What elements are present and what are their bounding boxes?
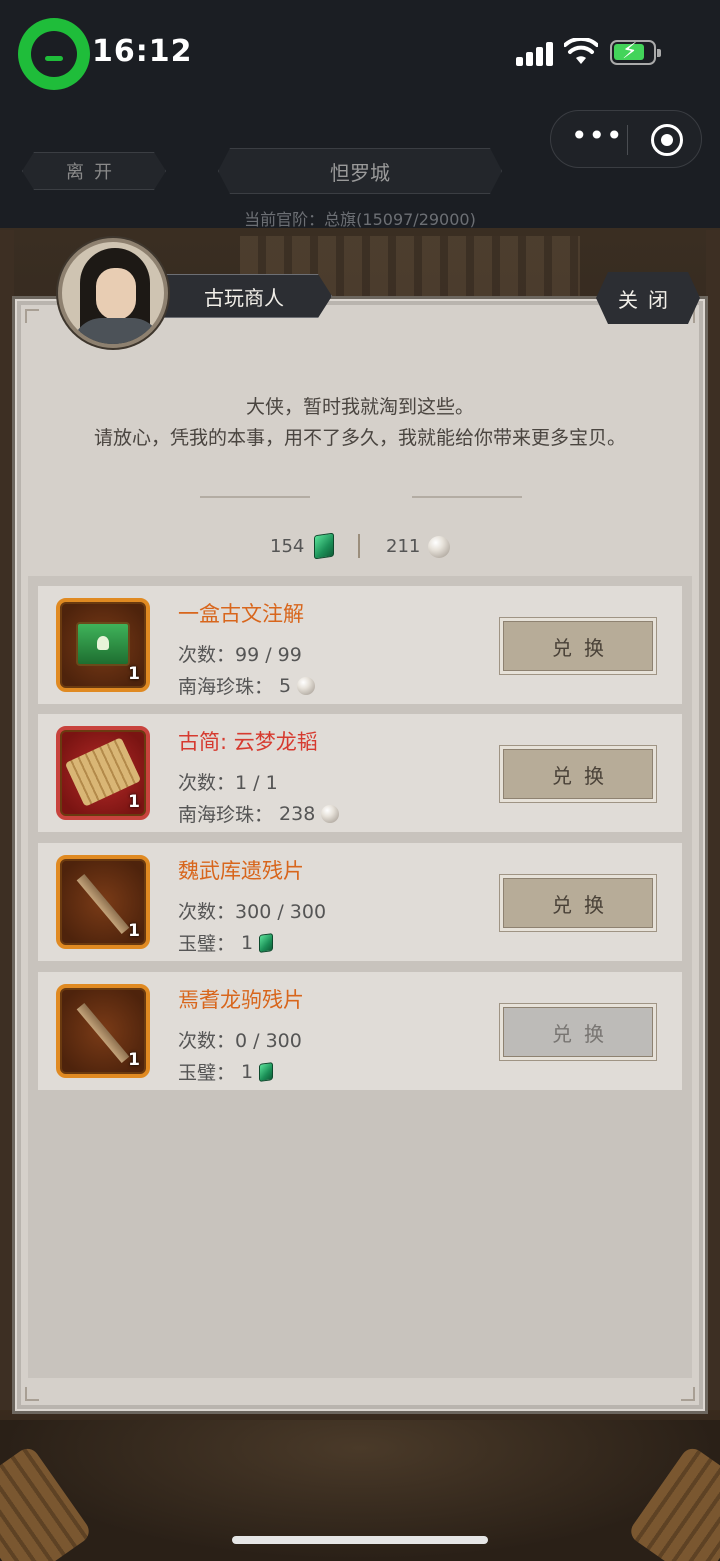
- shop-item: 1 魏武库遗残片 次数：300 / 300 玉璧： 1 兑换: [38, 843, 682, 961]
- home-indicator[interactable]: [232, 1536, 488, 1544]
- dialogue-line: 请放心，凭我的本事，用不了多久，我就能给你带来更多宝贝。: [93, 427, 626, 449]
- uses-label: 次数：: [178, 644, 236, 666]
- cost-label: 玉璧：: [178, 1062, 236, 1084]
- shop-item: 1 焉耆龙驹残片 次数：0 / 300 玉璧： 1 兑换: [38, 972, 682, 1090]
- corner-ornament: [681, 1387, 695, 1401]
- jade-balance: 154: [270, 536, 305, 557]
- exchange-button[interactable]: 兑换: [500, 746, 656, 802]
- city-title: 怛罗城: [218, 148, 502, 194]
- jade-icon: [314, 532, 334, 560]
- jade-icon: [259, 932, 274, 953]
- item-count-badge: 1: [128, 664, 140, 684]
- pearl-balance: 211: [386, 536, 421, 557]
- wifi-icon: [564, 38, 598, 64]
- dialogue-line: 大侠，暂时我就淘到这些。: [245, 396, 474, 418]
- item-name: 一盒古文注解: [178, 602, 304, 626]
- cost-label: 南海珍珠：: [178, 676, 274, 698]
- item-name: 焉耆龙驹残片: [178, 988, 304, 1012]
- mini-program-capsule: •••: [550, 110, 702, 168]
- uses-value: 1 / 1: [235, 772, 278, 794]
- cost-value: 1: [241, 931, 254, 954]
- jade-icon: [259, 1061, 274, 1082]
- status-bar: 16:12 ⚡: [0, 0, 720, 105]
- cost-value: 5: [279, 674, 292, 697]
- pearl-icon: [297, 676, 316, 695]
- corner-ornament: [25, 309, 39, 323]
- status-time: 16:12: [92, 34, 193, 69]
- target-close-icon[interactable]: [651, 124, 683, 156]
- item-count-badge: 1: [128, 1050, 140, 1070]
- item-uses: 次数：99 / 99: [178, 640, 302, 667]
- divider-ornament: [200, 496, 310, 498]
- uses-label: 次数：: [178, 901, 236, 923]
- item-count-badge: 1: [128, 792, 140, 812]
- item-cost: 南海珍珠： 238: [178, 800, 340, 827]
- cost-label: 南海珍珠：: [178, 804, 274, 826]
- exchange-button[interactable]: 兑换: [500, 875, 656, 931]
- npc-name-plate: 古玩商人: [156, 274, 332, 318]
- shop-item: 1 古简: 云梦龙韬 次数：1 / 1 南海珍珠： 238 兑换: [38, 714, 682, 832]
- item-cost: 南海珍珠： 5: [178, 672, 316, 699]
- uses-label: 次数：: [178, 772, 236, 794]
- cost-value: 238: [279, 802, 316, 825]
- currency-separator: [358, 534, 360, 558]
- uses-value: 99 / 99: [235, 644, 302, 666]
- item-uses: 次数：1 / 1: [178, 768, 278, 795]
- item-uses: 次数：300 / 300: [178, 897, 326, 924]
- exchange-button-disabled[interactable]: 兑换: [500, 1004, 656, 1060]
- item-name: 古简: 云梦龙韬: [178, 730, 318, 754]
- more-dots-icon[interactable]: •••: [571, 122, 623, 153]
- pearl-icon: [321, 804, 340, 823]
- battery-charging-icon: ⚡: [610, 39, 661, 65]
- item-count-badge: 1: [128, 921, 140, 941]
- green-chest-icon[interactable]: 1: [56, 598, 150, 692]
- corner-ornament: [25, 1387, 39, 1401]
- capsule-divider: [627, 125, 628, 155]
- chat-bubble-logo-icon: [18, 18, 90, 90]
- pearl-icon: [428, 536, 450, 558]
- official-rank-text: 当前官阶：总旗(15097/29000): [244, 210, 476, 229]
- uses-value: 0 / 300: [235, 1030, 302, 1052]
- currency-row: 154 211: [0, 530, 720, 564]
- close-button[interactable]: 关闭: [596, 272, 700, 324]
- exchange-button[interactable]: 兑换: [500, 618, 656, 674]
- right-pillar: [706, 230, 720, 1410]
- leave-button[interactable]: 离开: [22, 152, 166, 190]
- item-cost: 玉璧： 1: [178, 929, 274, 956]
- uses-value: 300 / 300: [235, 901, 327, 923]
- uses-label: 次数：: [178, 1030, 236, 1052]
- npc-dialogue: 大侠，暂时我就淘到这些。 请放心，凭我的本事，用不了多久，我就能给你带来更多宝贝…: [40, 392, 680, 454]
- item-cost: 玉璧： 1: [178, 1058, 274, 1085]
- bamboo-slip-icon[interactable]: 1: [56, 855, 150, 949]
- item-uses: 次数：0 / 300: [178, 1026, 302, 1053]
- bamboo-slip-icon[interactable]: 1: [56, 984, 150, 1078]
- bamboo-scroll-icon[interactable]: 1: [56, 726, 150, 820]
- item-name: 魏武库遗残片: [178, 859, 304, 883]
- cost-value: 1: [241, 1060, 254, 1083]
- shop-item: 1 一盒古文注解 次数：99 / 99 南海珍珠： 5 兑换: [38, 586, 682, 704]
- divider-ornament: [412, 496, 522, 498]
- merchant-avatar-icon: [58, 238, 168, 348]
- cost-label: 玉璧：: [178, 933, 236, 955]
- cellular-signal-icon: [516, 42, 554, 66]
